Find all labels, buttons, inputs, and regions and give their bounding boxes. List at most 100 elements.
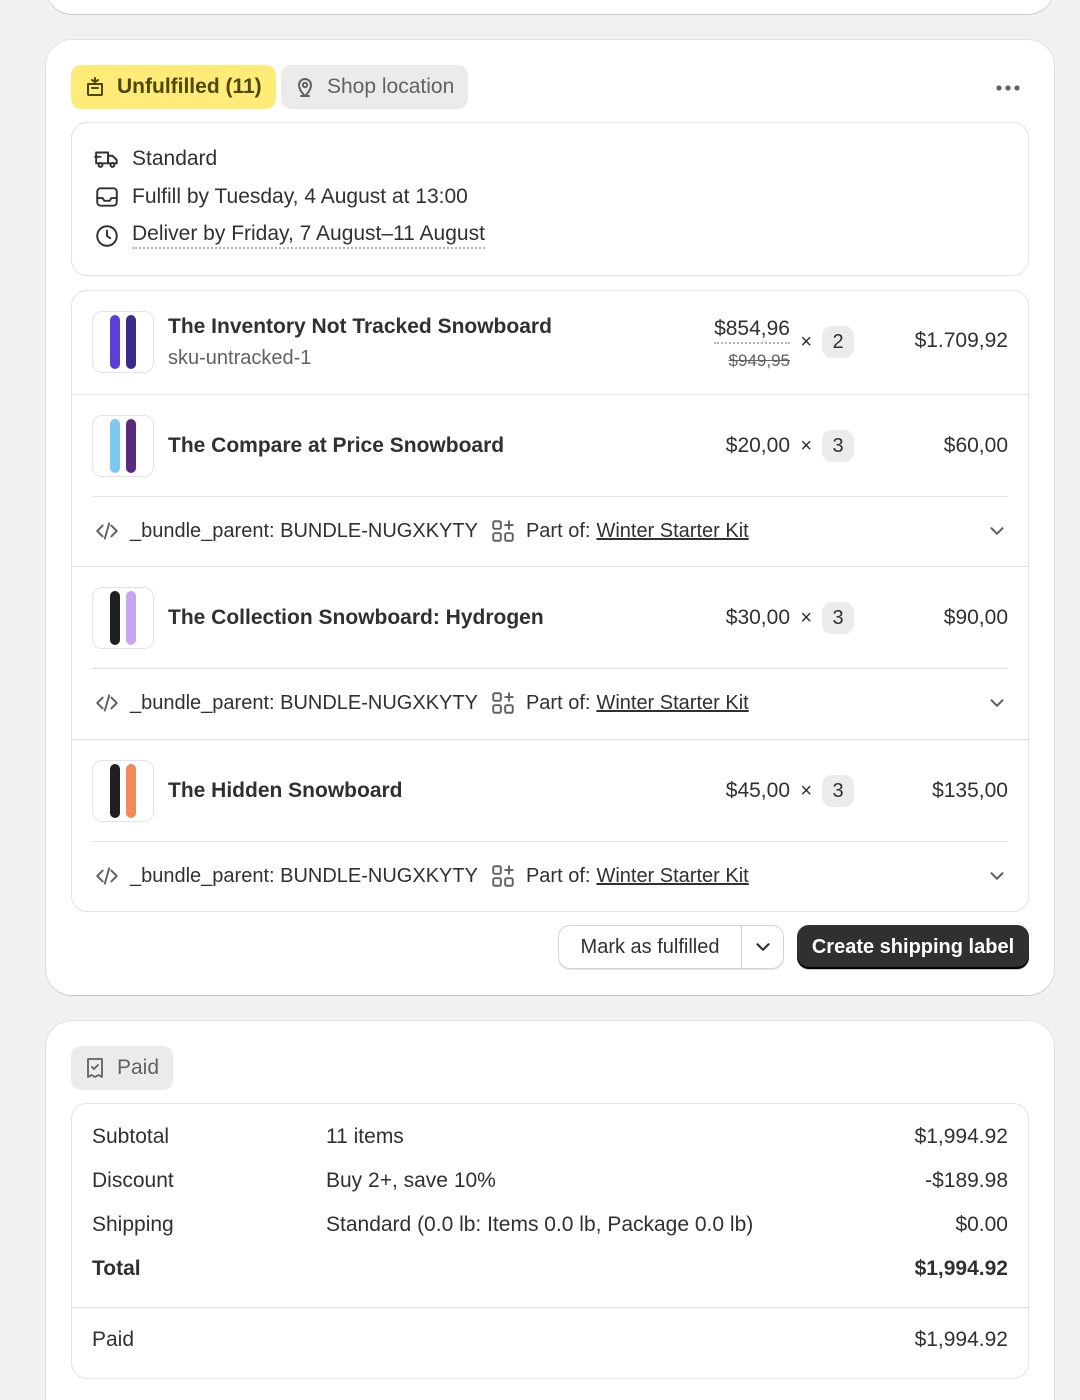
unit-price: $45,00 [725,779,790,802]
code-icon [96,522,118,540]
row-label: Discount [92,1169,174,1192]
payment-card: Paid Subtotal 11 items $1,994.92 Discoun… [46,1021,1054,1400]
multiply-sign: × [800,780,812,802]
previous-card [46,0,1054,14]
bundle-link[interactable]: Winter Starter Kit [596,692,748,715]
row-label: Total [92,1257,141,1280]
mark-fulfilled-split-button: Mark as fulfilled [558,925,784,969]
part-of-label: Part of: [525,691,591,714]
product-thumbnail[interactable] [92,760,154,822]
code-icon [96,694,118,712]
bundle-property: _bundle_parent: BUNDLE-NUGXKYTY [130,864,478,887]
shipping-row: Shipping Standard (0.0 lb: Items 0.0 lb,… [92,1213,1008,1243]
mark-fulfilled-button[interactable]: Mark as fulfilled [559,936,741,959]
quantity-badge: 3 [822,602,854,634]
location-pin-icon [298,78,312,97]
line-total: $60,00 [943,434,1008,457]
product-title[interactable]: The Inventory Not Tracked Snowboard [168,315,552,339]
shipping-info-box: Standard Fulfill by Tuesday, 4 August at… [71,122,1029,276]
row-label: Paid [92,1328,135,1351]
row-label: Subtotal [92,1125,170,1148]
quantity-badge: 3 [822,775,854,807]
code-icon [96,867,118,885]
fulfillment-card: Unfulfilled (11) Shop location Standard … [46,40,1054,995]
shipping-method: Standard [94,146,217,172]
divider [92,668,1008,669]
line-total: $90,00 [943,606,1008,629]
product-title[interactable]: The Compare at Price Snowboard [168,434,504,458]
snowboard-image [110,315,136,369]
row-label: Shipping [92,1213,174,1236]
divider [92,841,1008,842]
product-title[interactable]: The Hidden Snowboard [168,779,403,803]
row-amount: $1,994.92 [914,1257,1008,1280]
inbox-icon [96,187,118,207]
receipt-check-icon [87,1058,103,1078]
truck-icon [94,151,118,168]
chevron-down-icon[interactable] [986,520,1008,542]
clock-icon [96,224,118,247]
bundle-property: _bundle_parent: BUNDLE-NUGXKYTY [130,519,478,542]
location-badge: Shop location [281,65,469,109]
shipping-method-label: Standard [132,147,218,170]
paid-badge-label: Paid [117,1056,160,1079]
multiply-sign: × [800,331,812,353]
divider [92,496,1008,497]
paid-row: Paid $1,994.92 [92,1328,1008,1358]
fulfill-by: Fulfill by Tuesday, 4 August at 13:00 [94,184,468,210]
unit-price[interactable]: $854,96 [714,317,790,344]
row-amount: $0.00 [955,1213,1008,1236]
payment-summary: Subtotal 11 items $1,994.92 Discount Buy… [71,1103,1029,1379]
chevron-down-icon[interactable] [986,692,1008,714]
row-description: Buy 2+, save 10% [326,1169,496,1192]
snowboard-image [110,419,136,473]
original-price: $949,95 [728,351,790,370]
more-actions-button[interactable] [990,74,1026,102]
chevron-down-icon[interactable] [986,865,1008,887]
multiply-sign: × [800,435,812,457]
row-amount: $1,994.92 [914,1328,1008,1351]
part-of-label: Part of: [525,519,591,542]
quantity-badge: 2 [822,326,854,358]
mark-fulfilled-dropdown-button[interactable] [742,936,783,958]
product-thumbnail[interactable] [92,415,154,477]
unit-price: $20,00 [725,434,790,457]
snowboard-image [110,591,136,645]
line-item: The Inventory Not Tracked Snowboard sku-… [72,291,1028,395]
total-row: Total $1,994.92 [92,1257,1008,1287]
bundle-link[interactable]: Winter Starter Kit [596,865,748,888]
row-amount: $1,994.92 [914,1125,1008,1148]
apps-add-icon [492,692,514,714]
paid-badge: Paid [71,1046,174,1090]
chevron-down-icon [755,943,770,951]
bundle-property: _bundle_parent: BUNDLE-NUGXKYTY [130,691,478,714]
bundle-info: _bundle_parent: BUNDLE-NUGXKYTY Part of:… [94,516,1008,546]
location-badge-label: Shop location [327,75,455,98]
row-description: 11 items [326,1125,404,1148]
bundle-info: _bundle_parent: BUNDLE-NUGXKYTY Part of:… [94,688,1008,718]
unfulfilled-badge: Unfulfilled (11) [71,65,276,109]
product-title[interactable]: The Collection Snowboard: Hydrogen [168,606,544,630]
line-total: $135,00 [932,779,1008,802]
create-shipping-label-button[interactable]: Create shipping label [797,925,1029,969]
multiply-sign: × [800,607,812,629]
row-description: Standard (0.0 lb: Items 0.0 lb, Package … [326,1213,754,1236]
product-sku: sku-untracked-1 [168,347,312,369]
unfulfilled-badge-label: Unfulfilled (11) [117,75,262,98]
product-thumbnail[interactable] [92,311,154,373]
line-item: The Compare at Price Snowboard $20,00 × … [72,395,1028,567]
deliver-by: Deliver by Friday, 7 August–11 August [94,222,485,249]
bundle-info: _bundle_parent: BUNDLE-NUGXKYTY Part of:… [94,861,1008,891]
quantity-badge: 3 [822,430,854,462]
line-total: $1.709,92 [914,329,1008,352]
more-horizontal-icon [996,85,1020,91]
bundle-link[interactable]: Winter Starter Kit [596,520,748,543]
line-item: The Hidden Snowboard $45,00 × 3 $135,00 … [72,740,1028,911]
discount-row: Discount Buy 2+, save 10% -$189.98 [92,1169,1008,1199]
part-of-label: Part of: [525,864,591,887]
product-thumbnail[interactable] [92,587,154,649]
apps-add-icon [492,520,514,542]
fulfill-by-label: Fulfill by Tuesday, 4 August at 13:00 [132,185,468,208]
unit-price: $30,00 [725,606,790,629]
deliver-by-label[interactable]: Deliver by Friday, 7 August–11 August [132,222,485,249]
